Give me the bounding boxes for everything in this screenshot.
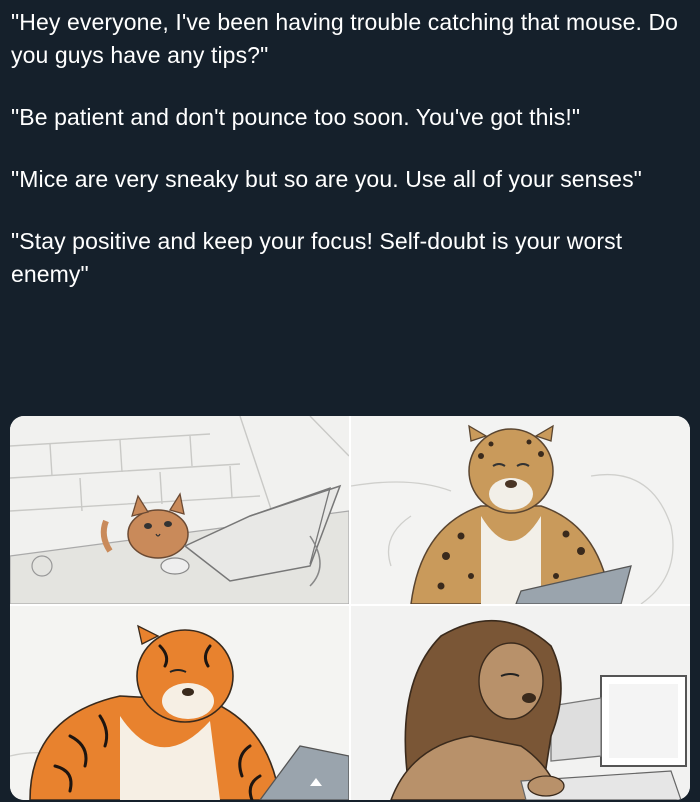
tweet-paragraph-tip-positive: "Stay positive and keep your focus! Self… bbox=[11, 228, 623, 287]
tweet-paragraph-tip-patience: "Be patient and don't pounce too soon. Y… bbox=[11, 104, 581, 130]
comic-panel-tiger bbox=[10, 606, 349, 800]
leopard-illustration bbox=[351, 424, 674, 604]
tweet-text: "Hey everyone, I've been having trouble … bbox=[11, 6, 691, 320]
comic-panel-cat bbox=[10, 416, 349, 604]
cat-illustration bbox=[10, 416, 349, 604]
panel-divider-horizontal bbox=[10, 604, 690, 606]
comic-panel-lion bbox=[351, 606, 690, 800]
tweet-paragraph-question: "Hey everyone, I've been having trouble … bbox=[11, 9, 679, 68]
panel-divider-vertical bbox=[349, 416, 351, 800]
comic-panel-leopard bbox=[351, 416, 690, 604]
comic-image[interactable] bbox=[10, 416, 690, 800]
lion-illustration bbox=[390, 619, 687, 800]
tiger-illustration bbox=[10, 624, 349, 800]
tweet-paragraph-tip-senses: "Mice are very sneaky but so are you. Us… bbox=[11, 166, 642, 192]
